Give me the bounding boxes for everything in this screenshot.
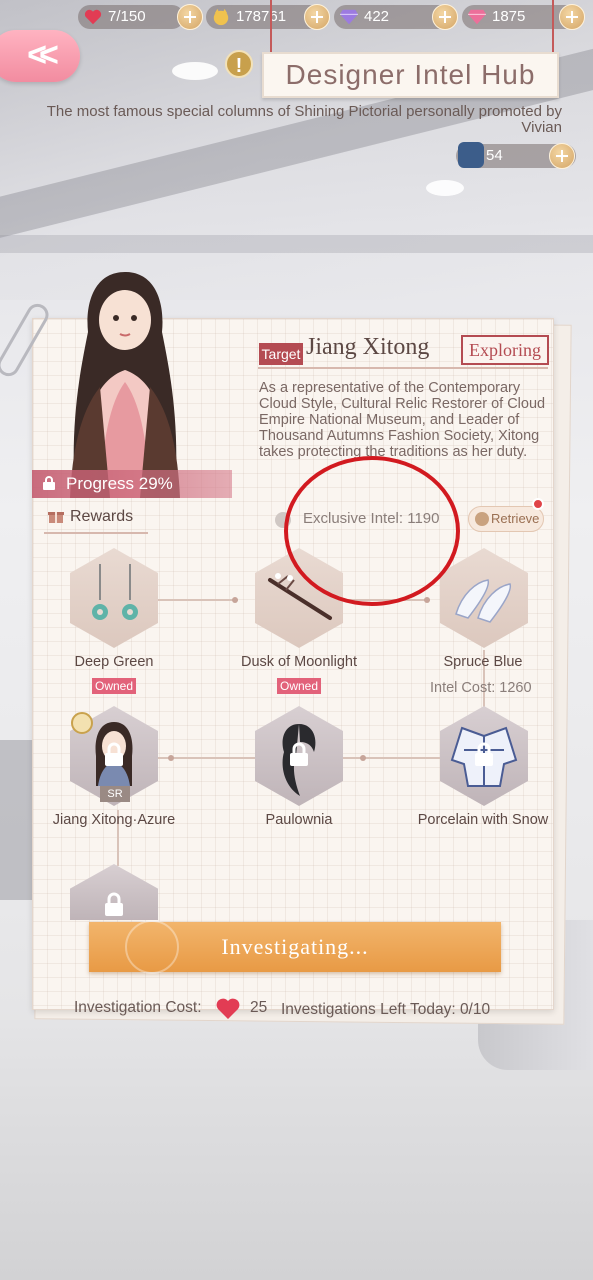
info-icon[interactable]: ! [225, 50, 253, 78]
intel-cost: Intel Cost: 1260 [430, 680, 532, 696]
gift-icon [48, 512, 64, 523]
title-tag: Designer Intel Hub [262, 52, 559, 98]
lock-icon [290, 742, 308, 766]
heart-icon [216, 998, 240, 1019]
tree-node-dot [168, 755, 174, 761]
add-diamond-button[interactable] [432, 4, 458, 30]
reward-label: Paulownia [265, 812, 333, 828]
reward-label: Dusk of Moonlight [240, 654, 358, 670]
rewards-underline [44, 532, 148, 534]
investigation-cost-label: Investigation Cost: [74, 999, 202, 1016]
annotation-circle [284, 456, 460, 606]
reward-label: Jiang Xitong·Azure [52, 812, 176, 828]
stamina-value: 7/150 [108, 8, 146, 25]
page-subtitle: The most famous special columns of Shini… [46, 103, 562, 136]
reward-label: Deep Green [74, 654, 154, 670]
retrieve-button[interactable]: Retrieve [468, 506, 544, 532]
page-title: Designer Intel Hub [285, 59, 536, 90]
heart-icon [84, 9, 102, 25]
title-string [270, 0, 272, 54]
target-description: As a representative of the Contemporary … [259, 380, 546, 460]
tree-node-dot [424, 597, 430, 603]
tree-connector [342, 757, 440, 759]
background-beam [0, 235, 593, 253]
retrieve-label: Retrieve [491, 511, 540, 526]
notification-dot [532, 498, 544, 510]
cat-coin-icon [213, 8, 229, 26]
add-coin-button[interactable] [304, 4, 330, 30]
rewards-label: Rewards [70, 508, 134, 525]
pink-diamond-icon [468, 9, 486, 25]
tree-node-dot [360, 755, 366, 761]
investigation-cost-value: 25 [250, 999, 268, 1016]
stamina-counter: 7/150 [78, 5, 184, 29]
reward-label: Porcelain with Snow [417, 812, 549, 828]
lock-icon [105, 742, 123, 766]
coin-value: 178761 [236, 8, 287, 25]
investigations-left-today: Investigations Left Today: 0/10 [281, 1001, 491, 1018]
rarity-badge: SR [100, 786, 130, 802]
lock-icon [105, 892, 123, 916]
lock-icon [475, 742, 493, 766]
investigate-label: Investigating... [221, 934, 369, 959]
name-underline [258, 367, 548, 369]
title-string [552, 0, 554, 54]
earring-icon [92, 564, 138, 620]
shoes-icon [455, 579, 512, 623]
progress-label: Progress 29% [66, 474, 173, 493]
lock-icon [43, 476, 55, 490]
purple-diamond-icon [340, 9, 358, 25]
pink-diamond-value: 1875 [492, 8, 526, 25]
investigate-button[interactable]: Investigating... [89, 920, 501, 974]
target-badge: Target [259, 343, 303, 365]
character-portrait [70, 272, 180, 498]
intel-book-icon [458, 142, 484, 168]
clock-icon [475, 512, 489, 526]
progress-bar: Progress 29% [32, 470, 232, 498]
add-pink-diamond-button[interactable] [559, 4, 585, 30]
owned-badge: Owned [92, 678, 136, 694]
background-desk [0, 740, 32, 900]
compass-decoration-icon [125, 920, 179, 974]
tree-connector [158, 599, 238, 601]
intel-value: 54 [486, 147, 503, 164]
tree-node-dot [232, 597, 238, 603]
ceiling-light [426, 180, 464, 196]
moon-badge-icon [71, 712, 93, 734]
target-name: Jiang Xitong [306, 334, 430, 360]
add-intel-button[interactable] [549, 143, 575, 169]
rewards-header: Rewards [48, 508, 133, 526]
diamond-value: 422 [364, 8, 390, 25]
owned-badge: Owned [277, 678, 321, 694]
reward-label: Spruce Blue [443, 654, 523, 670]
status-badge: Exploring [461, 335, 549, 365]
add-stamina-button[interactable] [177, 4, 203, 30]
back-button[interactable]: << [0, 30, 80, 82]
ceiling-light [172, 62, 218, 80]
